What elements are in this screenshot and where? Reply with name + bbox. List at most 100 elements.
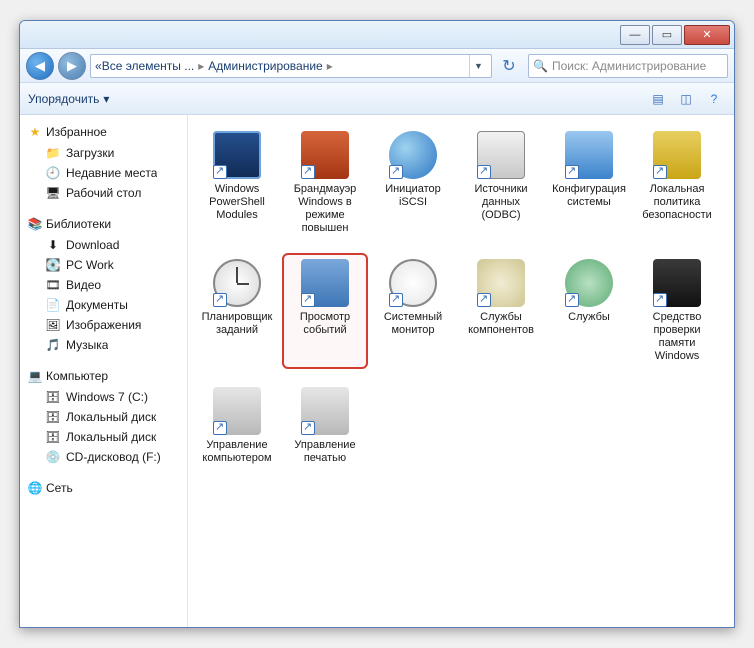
breadcrumb-prefix[interactable]: « [95, 59, 102, 73]
shortcut-overlay-icon [477, 165, 491, 179]
recent-icon: 🕘 [46, 166, 60, 180]
sidebar-group-favorites[interactable]: ★Избранное [20, 121, 187, 143]
item-printmgmt[interactable]: Управление печатью [282, 381, 368, 471]
sidebar-group-label: Компьютер [46, 369, 108, 383]
item-label: Планировщик заданий [198, 311, 276, 337]
nav-row: ◀ ▶ « Все элементы ... ▸ Администрирован… [20, 49, 734, 83]
drive-icon: 🗄 [46, 390, 60, 404]
view-options-button[interactable]: ▤ [646, 87, 670, 111]
cd-icon: 💿 [46, 450, 60, 464]
shortcut-overlay-icon [213, 165, 227, 179]
item-odbc[interactable]: Источники данных (ODBC) [458, 125, 544, 241]
sidebar-item-label: Музыка [66, 338, 108, 352]
items-grid: Windows PowerShell Modules Брандмауэр Win… [194, 125, 728, 471]
item-scheduler[interactable]: Планировщик заданий [194, 253, 280, 369]
preview-pane-button[interactable]: ◫ [674, 87, 698, 111]
close-button[interactable]: ✕ [684, 25, 730, 45]
search-input[interactable]: 🔍 Поиск: Администрирование [528, 54, 728, 78]
secpol-icon [653, 131, 701, 179]
item-compmgmt[interactable]: Управление компьютером [194, 381, 280, 471]
organize-label: Упорядочить [28, 92, 99, 106]
sidebar-group-computer[interactable]: 💻Компьютер [20, 365, 187, 387]
shortcut-overlay-icon [301, 293, 315, 307]
refresh-button[interactable]: ↻ [498, 55, 520, 77]
sidebar-item-libraries-2[interactable]: 🎞Видео [20, 275, 187, 295]
sidebar-item-favorites-2[interactable]: 🖥 Рабочий стол [20, 183, 187, 203]
desktop-icon: 🖥 [46, 186, 60, 200]
forward-button[interactable]: ▶ [58, 52, 86, 80]
music-icon: 🎵 [46, 338, 60, 352]
download-icon: ⬇ [46, 238, 60, 252]
drive-icon: 🗄 [46, 410, 60, 424]
item-eventvwr[interactable]: Просмотр событий [282, 253, 368, 369]
breadcrumb-dropdown[interactable]: ▼ [469, 55, 487, 77]
sidebar-item-libraries-0[interactable]: ⬇Download [20, 235, 187, 255]
help-button[interactable]: ? [702, 87, 726, 111]
chevron-right-icon: ▸ [198, 59, 204, 73]
sidebar-item-label: Документы [66, 298, 128, 312]
video-icon: 🎞 [46, 278, 60, 292]
shortcut-overlay-icon [301, 421, 315, 435]
content-pane[interactable]: Windows PowerShell Modules Брандмауэр Win… [188, 115, 734, 627]
eventvwr-icon [301, 259, 349, 307]
item-label: Конфигурация системы [550, 183, 628, 209]
back-button[interactable]: ◀ [26, 52, 54, 80]
shortcut-overlay-icon [653, 165, 667, 179]
sidebar-group-label: Сеть [46, 481, 73, 495]
item-label: Инициатор iSCSI [374, 183, 452, 209]
item-iscsi[interactable]: Инициатор iSCSI [370, 125, 456, 241]
sidebar-item-computer-0[interactable]: 🗄Windows 7 (C:) [20, 387, 187, 407]
sidebar-item-libraries-3[interactable]: 📄Документы [20, 295, 187, 315]
sidebar: ★Избранное📁Загрузки🕘Недавние места 🖥 Рабоч… [20, 115, 188, 627]
chevron-right-icon: ▸ [327, 59, 333, 73]
item-label: Windows PowerShell Modules [198, 183, 276, 222]
powershell-icon [213, 131, 261, 179]
sidebar-group-network[interactable]: 🌐Сеть [20, 477, 187, 499]
sidebar-group-libraries[interactable]: 📚 Библиотеки [20, 213, 187, 235]
item-label: Брандмауэр Windows в режиме повышен [286, 183, 364, 235]
item-services[interactable]: Службы [546, 253, 632, 369]
sidebar-item-label: CD-дисковод (F:) [66, 450, 161, 464]
odbc-icon [477, 131, 525, 179]
sidebar-item-libraries-1[interactable]: 💽PC Work [20, 255, 187, 275]
item-label: Системный монитор [374, 311, 452, 337]
sidebar-item-computer-2[interactable]: 🗄 Локальный диск [20, 427, 187, 447]
shortcut-overlay-icon [301, 165, 315, 179]
breadcrumb-bar[interactable]: « Все элементы ... ▸ Администрирование ▸… [90, 54, 492, 78]
sidebar-item-libraries-4[interactable]: 🖼Изображения [20, 315, 187, 335]
scheduler-icon [213, 259, 261, 307]
sidebar-item-libraries-5[interactable]: 🎵 Музыка [20, 335, 187, 355]
drive-icon: 🗄 [46, 430, 60, 444]
services-icon [565, 259, 613, 307]
item-memdiag[interactable]: Средство проверки памяти Windows [634, 253, 720, 369]
item-powershell[interactable]: Windows PowerShell Modules [194, 125, 280, 241]
breadcrumb-part-1[interactable]: Все элементы ... [102, 59, 195, 73]
shortcut-overlay-icon [213, 293, 227, 307]
libraries-icon: 📚 [28, 217, 42, 231]
shortcut-overlay-icon [565, 165, 579, 179]
memdiag-icon [653, 259, 701, 307]
shortcut-overlay-icon [565, 293, 579, 307]
sidebar-group-label: Библиотеки [46, 217, 111, 231]
iscsi-icon [389, 131, 437, 179]
minimize-button[interactable]: — [620, 25, 650, 45]
sidebar-item-label: Рабочий стол [66, 186, 141, 200]
titlebar: — ▭ ✕ [20, 21, 734, 49]
printmgmt-icon [301, 387, 349, 435]
item-secpol[interactable]: Локальная политика безопасности [634, 125, 720, 241]
sidebar-item-computer-1[interactable]: 🗄Локальный диск [20, 407, 187, 427]
item-firewall[interactable]: Брандмауэр Windows в режиме повышен [282, 125, 368, 241]
organize-menu[interactable]: Упорядочить ▾ [28, 92, 109, 106]
item-compsvc[interactable]: Службы компонентов [458, 253, 544, 369]
body: ★Избранное📁Загрузки🕘Недавние места 🖥 Рабоч… [20, 115, 734, 627]
item-sysconfig[interactable]: Конфигурация системы [546, 125, 632, 241]
search-icon: 🔍 [533, 59, 548, 73]
item-perfmon[interactable]: Системный монитор [370, 253, 456, 369]
sidebar-item-computer-3[interactable]: 💿 CD-дисковод (F:) [20, 447, 187, 467]
item-label: Средство проверки памяти Windows [638, 311, 716, 363]
sidebar-item-favorites-0[interactable]: 📁Загрузки [20, 143, 187, 163]
breadcrumb-part-2[interactable]: Администрирование [208, 59, 322, 73]
sidebar-item-label: Локальный диск [66, 430, 156, 444]
maximize-button[interactable]: ▭ [652, 25, 682, 45]
sidebar-item-favorites-1[interactable]: 🕘Недавние места [20, 163, 187, 183]
